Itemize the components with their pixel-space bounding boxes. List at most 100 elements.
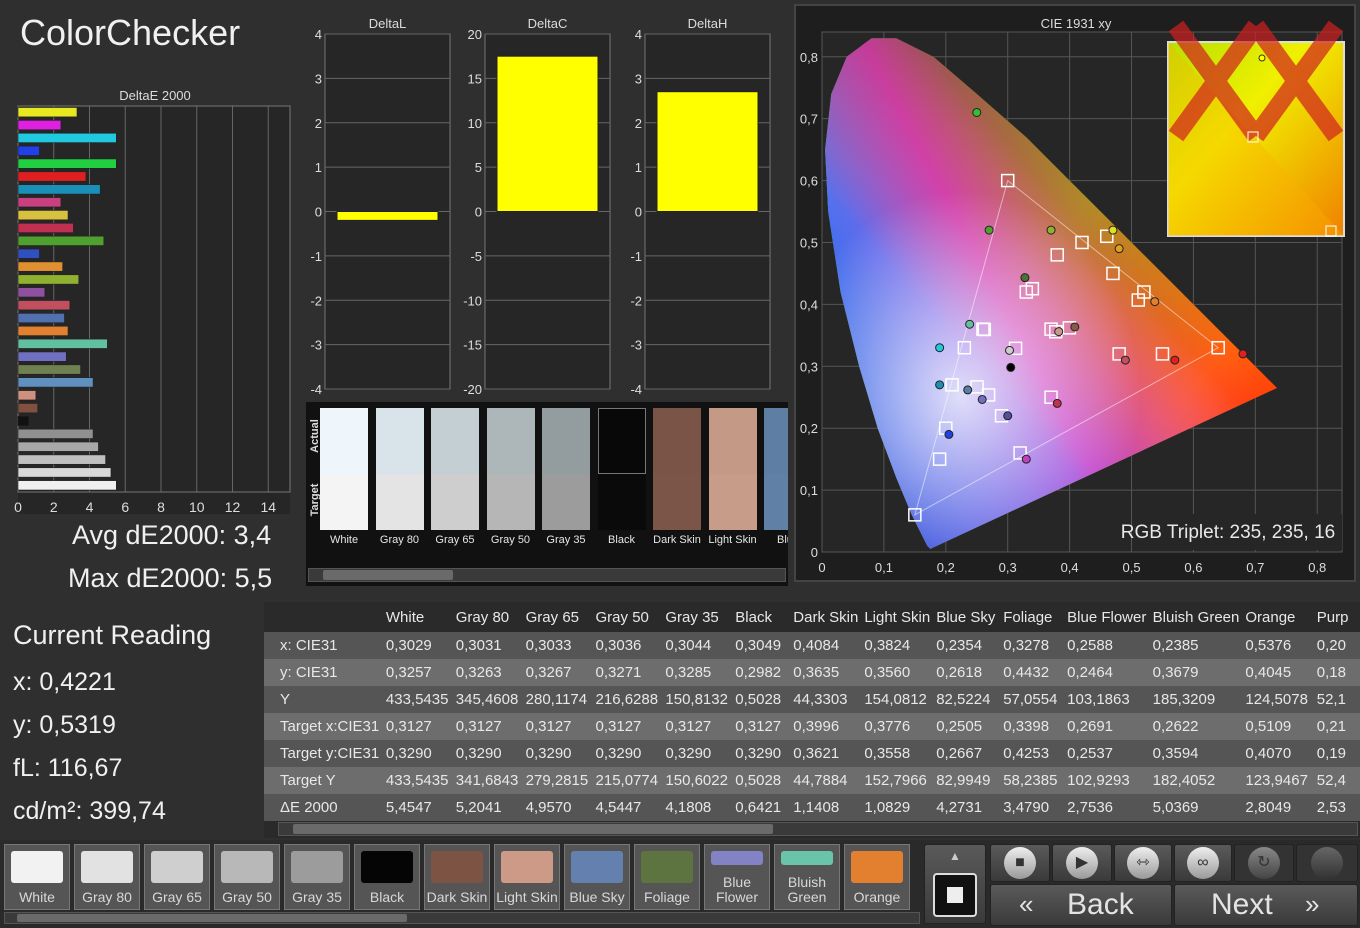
deltae-tick-label: 8 bbox=[157, 499, 165, 514]
table-cell: 102,9293 bbox=[1064, 767, 1150, 794]
data-table-panel: White Gray 80 Gray 65 Gray 50 Gray 35 Black Da… bbox=[264, 602, 1360, 838]
table-scrollbar[interactable] bbox=[278, 822, 1358, 836]
column-header[interactable]: Gray 65 bbox=[522, 602, 593, 632]
deltae-tick-label: 10 bbox=[189, 499, 205, 514]
patch-target bbox=[431, 474, 479, 530]
cie-measured-point bbox=[1006, 362, 1016, 372]
loop-button[interactable]: ∞ bbox=[1174, 844, 1232, 882]
swatch-button[interactable]: Gray 65 bbox=[144, 844, 210, 910]
cie-panel: CIE 1931 xy 0 0,1 0,2 0,3 0,4 0,5 0,6 0,7 0,8 0,8… bbox=[794, 4, 1356, 582]
swatch-scrollbar[interactable] bbox=[4, 912, 920, 924]
swatch-button[interactable]: Gray 50 bbox=[214, 844, 280, 910]
delta-tick-label: -5 bbox=[470, 249, 482, 264]
swatch-button[interactable]: Black bbox=[354, 844, 420, 910]
column-header[interactable]: Blue Sky bbox=[933, 602, 1001, 632]
delta-tick-label: 4 bbox=[315, 27, 322, 42]
patch-actual bbox=[708, 408, 757, 474]
column-header[interactable]: Blue Flower bbox=[1064, 602, 1150, 632]
table-cell: 0,3290 bbox=[662, 740, 733, 767]
disabled-button[interactable] bbox=[1296, 844, 1358, 882]
table-cell: 0,4432 bbox=[1000, 659, 1065, 686]
table-cell: 0,2982 bbox=[732, 659, 791, 686]
deltae-bar bbox=[17, 171, 87, 182]
table-cell: 52,1 bbox=[1313, 686, 1360, 713]
table-cell: 0,3635 bbox=[790, 659, 862, 686]
swatch-button[interactable]: Bluish Green bbox=[774, 844, 840, 910]
patch-strip-scrollbar[interactable] bbox=[308, 568, 786, 582]
stop-button[interactable]: ■ bbox=[990, 844, 1050, 882]
fit-button[interactable]: ⇿ bbox=[1114, 844, 1172, 882]
column-header[interactable]: Orange bbox=[1242, 602, 1314, 632]
swatch-button[interactable]: Gray 80 bbox=[74, 844, 140, 910]
delta-tick-label: -3 bbox=[630, 338, 642, 353]
stop-capture-button[interactable] bbox=[933, 873, 977, 917]
delta-tick-label: -3 bbox=[310, 338, 322, 353]
patch-name: Gray 65 bbox=[435, 534, 475, 546]
deltae-bar bbox=[17, 415, 30, 426]
cie-y-tick: 0,6 bbox=[800, 174, 818, 189]
column-header[interactable]: Purp bbox=[1313, 602, 1360, 632]
table-cell: 0,4084 bbox=[790, 632, 862, 659]
column-header[interactable]: Foliage bbox=[1000, 602, 1065, 632]
swatch-label: Dark Skin bbox=[426, 889, 488, 905]
patch-target bbox=[764, 474, 788, 530]
table-row: Target x:CIE31 0,3127 0,3127 0,3127 0,3127 0,… bbox=[264, 713, 1360, 740]
scrollbar-thumb[interactable] bbox=[323, 570, 453, 580]
collapse-up-icon[interactable]: ▲ bbox=[925, 845, 985, 867]
column-header[interactable]: Black bbox=[732, 602, 791, 632]
deltae-chart-title: DeltaE 2000 bbox=[119, 88, 191, 103]
column-header[interactable]: White bbox=[382, 602, 453, 632]
column-header[interactable]: Light Skin bbox=[861, 602, 934, 632]
swatch-button[interactable]: Gray 35 bbox=[284, 844, 350, 910]
table-cell: 0,3558 bbox=[861, 740, 934, 767]
table-cell: 0,2588 bbox=[1064, 632, 1150, 659]
delta-tick-label: 4 bbox=[635, 27, 642, 42]
cie-y-tick: 0,3 bbox=[800, 359, 818, 374]
delta-bar bbox=[496, 55, 599, 212]
scrollbar-thumb[interactable] bbox=[17, 914, 407, 922]
swatch-button[interactable]: White bbox=[4, 844, 70, 910]
cie-measured-point bbox=[1150, 297, 1160, 307]
play-icon: ▶ bbox=[1066, 847, 1098, 879]
rgb-triplet: RGB Triplet: 235, 235, 16 bbox=[1121, 522, 1335, 543]
column-header[interactable]: Bluish Green bbox=[1149, 602, 1243, 632]
table-cell: 4,1808 bbox=[662, 794, 733, 821]
deltae-bar bbox=[17, 184, 101, 195]
swatch-button[interactable]: Foliage bbox=[634, 844, 700, 910]
swatch-button[interactable]: Light Skin bbox=[494, 844, 560, 910]
patch-target bbox=[375, 474, 424, 530]
table-row: x: CIE31 0,3029 0,3031 0,3033 0,3036 0,3044 0,… bbox=[264, 632, 1360, 659]
delta-tick-label: 0 bbox=[635, 205, 642, 220]
table-cell: 216,6288 bbox=[592, 686, 663, 713]
cie-measured-point bbox=[1052, 398, 1062, 408]
table-cell: 0,3257 bbox=[382, 659, 453, 686]
patch-actual bbox=[597, 408, 646, 474]
table-cell: 0,3044 bbox=[662, 632, 733, 659]
back-button[interactable]: « Back bbox=[990, 884, 1172, 926]
swatch-label: Gray 50 bbox=[222, 889, 272, 905]
column-header[interactable]: Dark Skin bbox=[790, 602, 862, 632]
swatch-button[interactable]: Orange bbox=[844, 844, 910, 910]
swatch-button[interactable]: Blue Flower bbox=[704, 844, 770, 910]
next-button[interactable]: Next » bbox=[1174, 884, 1358, 926]
column-header[interactable]: Gray 80 bbox=[452, 602, 523, 632]
deltae-bar bbox=[17, 467, 112, 478]
swatch-button[interactable]: Dark Skin bbox=[424, 844, 490, 910]
cie-y-tick: 0,1 bbox=[800, 483, 818, 498]
table-cell: 52,4 bbox=[1313, 767, 1360, 794]
scrollbar-thumb[interactable] bbox=[293, 824, 773, 834]
delta-chart-title: DeltaH bbox=[688, 16, 728, 31]
table-cell: 0,3278 bbox=[1000, 632, 1065, 659]
play-button[interactable]: ▶ bbox=[1052, 844, 1112, 882]
swatch-button[interactable]: Blue Sky bbox=[564, 844, 630, 910]
column-header[interactable]: Gray 35 bbox=[662, 602, 733, 632]
patch-name: Blue bbox=[776, 534, 788, 546]
table-cell: 0,3594 bbox=[1149, 740, 1243, 767]
patch-target bbox=[597, 474, 646, 530]
cie-measured-point bbox=[1020, 273, 1030, 283]
table-cell: 4,9570 bbox=[522, 794, 593, 821]
refresh-button[interactable]: ↻ bbox=[1234, 844, 1294, 882]
cie-y-tick: 0,7 bbox=[800, 112, 818, 127]
column-header[interactable]: Gray 50 bbox=[592, 602, 663, 632]
patch-column: Gray 80 bbox=[375, 408, 424, 556]
